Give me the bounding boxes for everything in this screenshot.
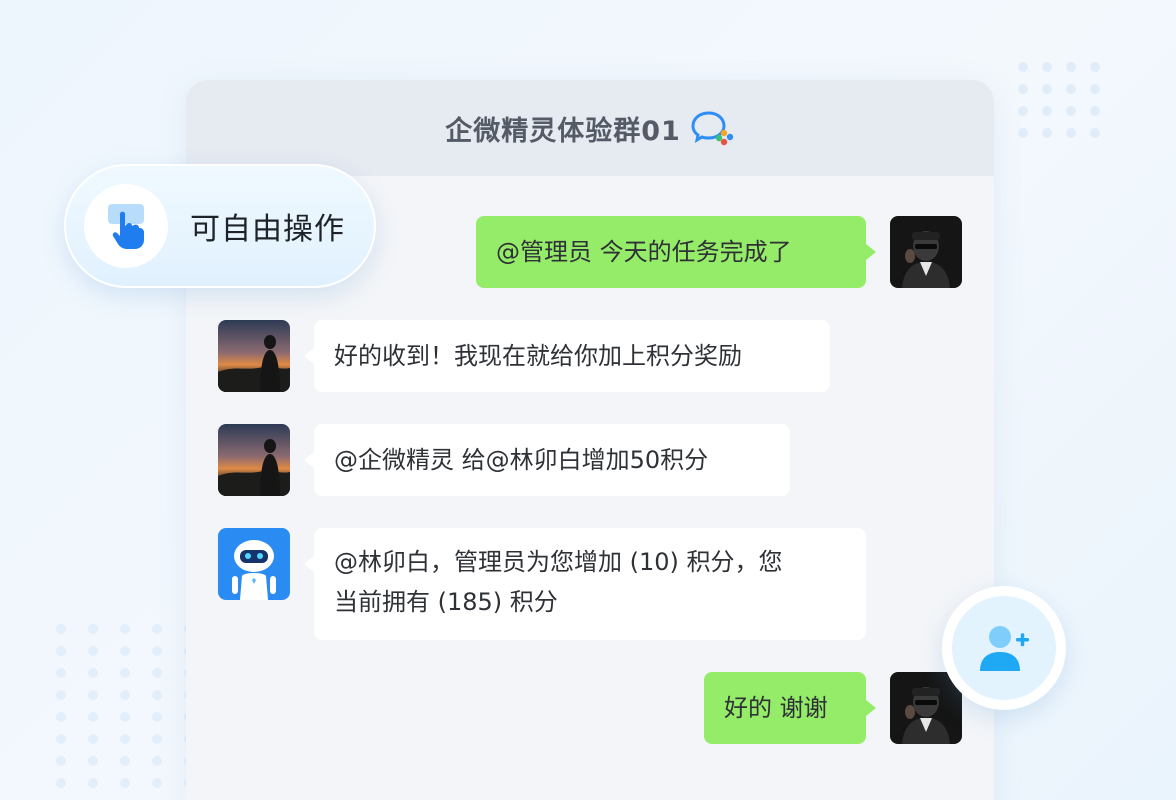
add-user-button[interactable] <box>942 586 1066 710</box>
message-text: 好的 谢谢 <box>724 694 828 722</box>
message-bubble-self[interactable]: 好的 谢谢 <box>704 672 876 744</box>
add-user-icon <box>980 626 1029 671</box>
tap-hand-icon <box>108 204 144 249</box>
message-text: 好的收到！我现在就给你加上积分奖励 <box>334 342 742 370</box>
badge-label: 可自由操作 <box>190 212 345 247</box>
message-bubble-self[interactable]: @管理员 今天的任务完成了 <box>476 216 876 288</box>
decorative-dots-top-right <box>1018 62 1100 138</box>
wecom-chat-icon <box>691 111 733 146</box>
avatar-bot[interactable] <box>218 528 290 600</box>
add-user-inner <box>952 596 1056 700</box>
message-bubble-other[interactable]: @企微精灵 给@林卯白增加50积分 <box>304 424 790 496</box>
decorative-dots-bottom-left <box>56 624 194 788</box>
chat-title: 企微精灵体验群01 <box>445 115 681 147</box>
avatar-self[interactable] <box>890 216 962 288</box>
message-text-line-2: 当前拥有 (185) 积分 <box>334 588 558 616</box>
free-operation-badge: 可自由操作 <box>64 164 376 288</box>
message-text-line-1: @林卯白，管理员为您增加 (10) 积分，您 <box>334 548 783 576</box>
message-bubble-bot[interactable]: @林卯白，管理员为您增加 (10) 积分，您 当前拥有 (185) 积分 <box>304 528 866 640</box>
badge-icon-circle <box>84 184 168 268</box>
message-bubble-other[interactable]: 好的收到！我现在就给你加上积分奖励 <box>304 320 830 392</box>
message-text: @管理员 今天的任务完成了 <box>496 238 792 266</box>
chat-header: 企微精灵体验群01 <box>186 80 994 176</box>
avatar-self[interactable] <box>890 672 962 744</box>
message-text: @企微精灵 给@林卯白增加50积分 <box>334 446 709 474</box>
avatar-admin[interactable] <box>218 424 290 496</box>
avatar-admin[interactable] <box>218 320 290 392</box>
